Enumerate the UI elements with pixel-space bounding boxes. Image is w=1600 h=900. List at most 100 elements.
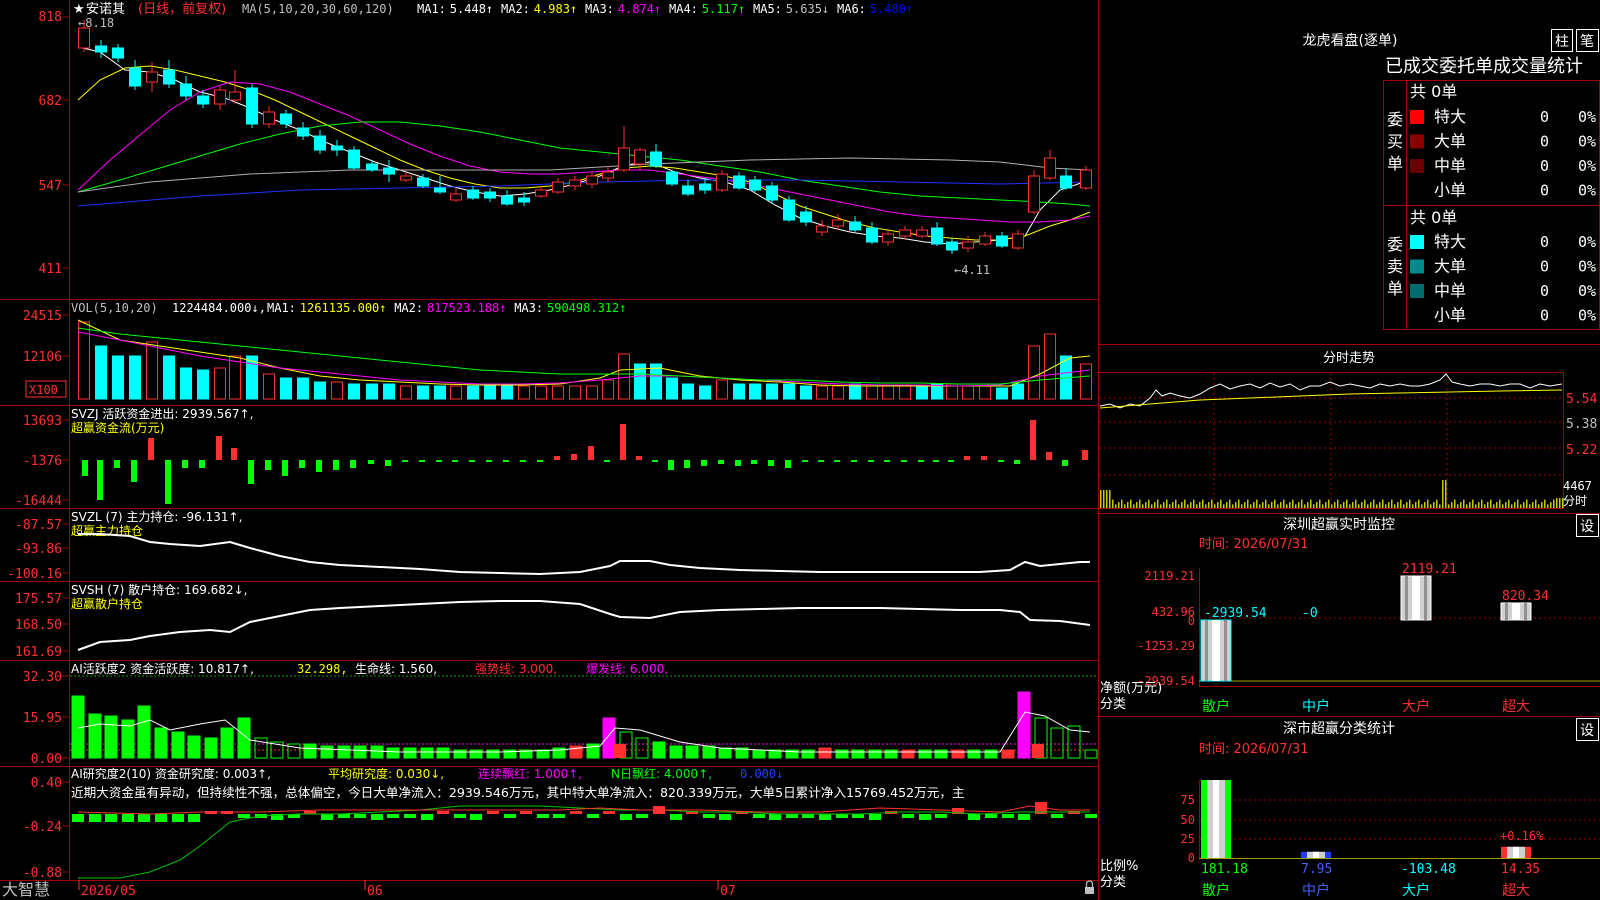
sz-stats-y-tick: 75 <box>1181 793 1195 807</box>
intraday-title: 分时走势 <box>1323 350 1375 366</box>
volume-bar <box>95 345 107 400</box>
volume-bar <box>518 385 530 400</box>
intraday-panel[interactable]: 分时走势 5.54 5.38 5.22 4467 分时 <box>1098 350 1598 509</box>
volume-bar <box>535 385 547 400</box>
sz-stats-category: 中户 <box>1302 882 1330 899</box>
ma-value-6: 5.480↑ <box>870 2 913 16</box>
intraday-volume-bars <box>1100 480 1564 508</box>
sz-monitor-y-tick: -1253.29 <box>1137 639 1195 653</box>
svg-text:设: 设 <box>1580 723 1594 739</box>
volume-bar <box>602 379 614 400</box>
volume-bar <box>146 341 158 400</box>
sell-label-char: 委 <box>1387 235 1403 254</box>
ai1-bar <box>702 745 716 759</box>
candle-body <box>849 221 861 231</box>
intraday-vol-bar <box>1553 499 1555 508</box>
ai2-bar <box>603 811 615 814</box>
panel-frames <box>0 0 1600 900</box>
sz-monitor-settings-button[interactable]: 设 <box>1576 514 1599 537</box>
intraday-vol-bar <box>1292 499 1294 508</box>
svzj-bar <box>1082 450 1088 460</box>
sz-monitor-y-unit: 净额(万元) <box>1100 681 1162 696</box>
ai2-y-tick: -0.24 <box>23 820 62 835</box>
star-icon: ★ <box>73 2 85 17</box>
intraday-vol-bar <box>1358 504 1360 508</box>
intraday-vol-bar <box>1478 502 1480 508</box>
intraday-vol-bar <box>1310 499 1312 508</box>
lock-icon[interactable] <box>1085 880 1094 894</box>
intraday-vol-bar <box>1451 502 1453 508</box>
svsh-panel[interactable]: SVSH (7) 散户持仓: 169.682↓, 超赢散户持仓 175.57 1… <box>15 582 1091 660</box>
sz-stats-settings-button[interactable]: 设 <box>1576 718 1599 741</box>
intraday-vol-bar <box>1295 504 1297 508</box>
intraday-vol-bar <box>1373 499 1375 508</box>
sell-row-name: 小单 <box>1434 306 1466 325</box>
sz-monitor-category: 中户 <box>1302 698 1330 715</box>
svzl-panel[interactable]: SVZL (7) 主力持仓: -96.131↑, 超赢主力持仓 -87.57 -… <box>7 509 1090 582</box>
ai1-bar <box>204 737 218 759</box>
candle-body <box>1044 157 1056 179</box>
candle-body <box>882 233 894 243</box>
svzj-bar <box>620 424 626 460</box>
intraday-vol-bar <box>1199 502 1201 508</box>
vol-ma-value-2: 817523.188↑ <box>427 301 506 315</box>
tab-zhu[interactable]: 柱 <box>1551 29 1573 52</box>
intraday-vol-label: 4467 <box>1563 479 1592 493</box>
lhb-panel[interactable]: 龙虎看盘(逐单) 柱 笔 已成交委托单成交量统计 委买单委卖单 共 0单 共 0… <box>1303 29 1599 325</box>
ai1-y-tick: 0.00 <box>31 752 62 767</box>
intraday-vol-bar <box>1346 499 1348 508</box>
sz-stats-y-unit: 比例% <box>1100 859 1138 874</box>
svzj-bar <box>1046 452 1052 460</box>
ai-activity-panel[interactable]: AI活跃度2 资金活跃度: 10.817↑, 32.298, 生命线: 1.56… <box>23 661 1098 767</box>
intraday-vol-bar <box>1163 502 1165 508</box>
kline-panel[interactable]: ★ 安诺其 (日线，前复权) MA(5,10,20,30,60,120) MA1… <box>39 1 1092 277</box>
ai2-bar <box>985 814 997 818</box>
ai2-bar <box>636 814 648 818</box>
intraday-vol-bar <box>1439 504 1441 508</box>
intraday-vol-bar <box>1364 499 1366 508</box>
intraday-vol-bar <box>1118 502 1120 508</box>
svzj-bar <box>486 460 492 462</box>
ai1-bar <box>901 749 915 759</box>
svzj-panel[interactable]: SVZJ 活跃资金进出: 2939.567↑, 超赢资金流(万元) 13693 … <box>15 406 1088 509</box>
intraday-vol-bar <box>1544 499 1546 508</box>
volume-panel[interactable]: VOL(5,10,20) 1224484.000↓, MA1: 1261135.0… <box>23 301 1092 400</box>
volume-bar <box>650 363 662 400</box>
svzj-bar <box>199 460 205 468</box>
ai2-bar <box>1002 814 1014 818</box>
ma-gray-line <box>77 157 1091 193</box>
ai2-bar <box>138 814 150 822</box>
intraday-vol-bar <box>1325 502 1327 508</box>
sell-row-pct: 0% <box>1578 282 1596 300</box>
ai2-bar <box>354 814 366 818</box>
sz-monitor-bar-label: -0 <box>1302 606 1318 621</box>
intraday-vol-bar <box>1256 499 1258 508</box>
svzj-bar <box>933 460 939 462</box>
vol-ma-label-2: MA2: <box>394 301 423 315</box>
intraday-vol-bar <box>1247 499 1249 508</box>
svzj-bar <box>636 456 642 460</box>
volume-bar <box>586 385 598 400</box>
sz-monitor-bar <box>1400 575 1432 621</box>
volume-bar <box>552 385 564 400</box>
volume-bar <box>800 385 812 400</box>
svg-text:柱: 柱 <box>1555 34 1569 50</box>
svzj-bar <box>316 460 322 472</box>
sz-monitor-panel[interactable]: 深圳超赢实时监控 设 时间: 2026/07/31 2119.21 432.96… <box>1100 514 1600 716</box>
svsh-title: SVSH (7) 散户持仓: 169.682↓, <box>71 582 247 597</box>
ai2-bar <box>719 814 731 820</box>
intraday-vol-bar <box>1277 504 1279 508</box>
sz-monitor-category: 超大 <box>1502 699 1530 715</box>
svzj-bar <box>684 460 690 468</box>
intraday-vol-bar <box>1415 502 1417 508</box>
tab-bi[interactable]: 笔 <box>1576 29 1599 52</box>
intraday-vol-bar <box>1232 504 1234 508</box>
intraday-vol-bar <box>1298 502 1300 508</box>
sz-stats-panel[interactable]: 深市超赢分类统计 设 时间: 2026/07/31 75 50 25 0 比例%… <box>1100 718 1600 900</box>
ai1-bar <box>835 749 849 759</box>
ai-research-panel[interactable]: AI研究度2(10) 资金研究度: 0.003↑, 平均研究度: 0.030↓,… <box>23 766 1097 881</box>
candle-body <box>816 225 828 233</box>
svzj-bar <box>604 460 610 462</box>
intraday-vol-bar <box>1493 504 1495 508</box>
svzj-bar <box>571 454 577 460</box>
